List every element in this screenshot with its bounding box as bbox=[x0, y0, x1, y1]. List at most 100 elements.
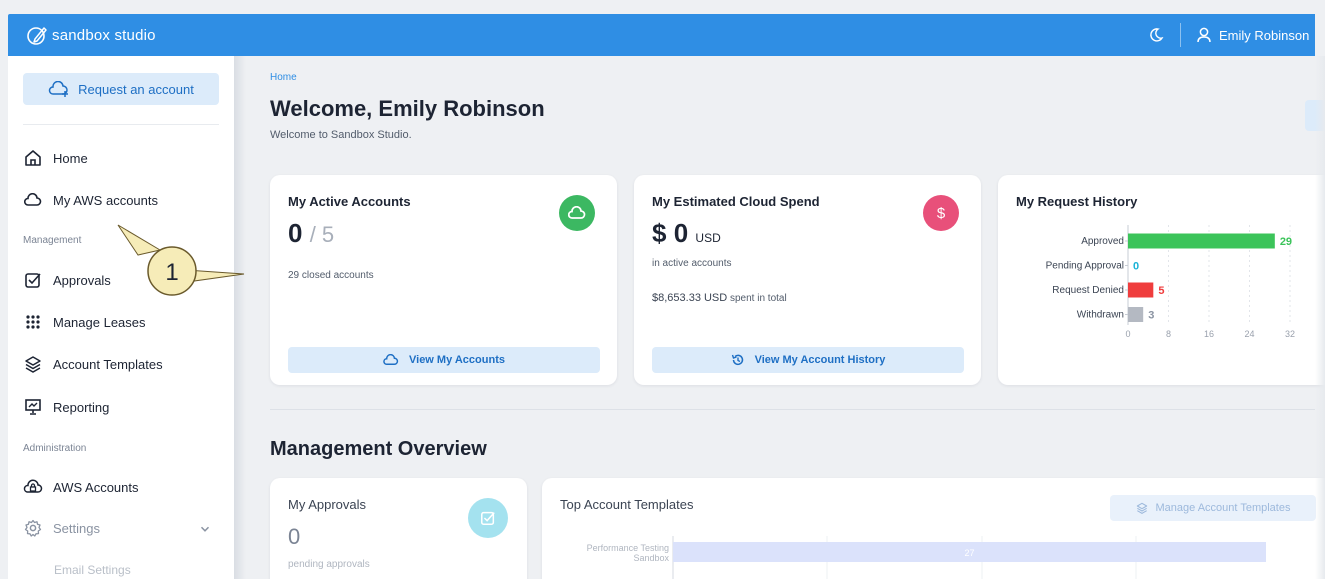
chart-x-tick-label: 8 bbox=[1166, 329, 1171, 339]
user-icon bbox=[1197, 27, 1211, 43]
sidebar-item-reporting[interactable]: Reporting bbox=[23, 394, 109, 420]
brand-logo[interactable]: sandbox studio bbox=[26, 24, 156, 46]
chart-category-label: Request Denied bbox=[1052, 285, 1124, 296]
chart-data-label: 3 bbox=[1148, 310, 1154, 322]
sidebar-item-my-aws-accounts[interactable]: My AWS accounts bbox=[23, 187, 158, 213]
breadcrumb-home[interactable]: Home bbox=[270, 72, 297, 83]
sidebar-item-label: Settings bbox=[53, 520, 100, 536]
sidebar-item-label: My AWS accounts bbox=[53, 192, 158, 208]
spend-amount: $ 0 USD bbox=[652, 218, 721, 249]
callout-number: 1 bbox=[165, 259, 178, 286]
checkbox-icon bbox=[468, 498, 508, 538]
my-approvals-card: My Approvals 0 pending approvals bbox=[270, 478, 527, 579]
history-icon bbox=[731, 354, 743, 366]
user-menu[interactable]: Emily Robinson bbox=[1197, 27, 1315, 43]
request-account-button[interactable]: Request an account bbox=[23, 73, 219, 105]
sidebar-item-manage-leases[interactable]: Manage Leases bbox=[23, 309, 146, 335]
cloud-icon bbox=[383, 354, 399, 366]
button-label: View My Account History bbox=[754, 354, 886, 366]
chart-x-tick-label: 24 bbox=[1244, 329, 1254, 339]
dollar-glyph: $ bbox=[936, 204, 946, 222]
chart-category-label: Withdrawn bbox=[1077, 310, 1124, 321]
cloud-icon bbox=[559, 195, 595, 231]
sidebar-item-approvals[interactable]: Approvals bbox=[23, 267, 111, 293]
chart-category-label: Pending Approval bbox=[1046, 261, 1124, 272]
stack-icon bbox=[23, 354, 43, 374]
card-title: My Active Accounts bbox=[288, 194, 411, 209]
closed-count: 29 bbox=[288, 270, 300, 281]
top-templates-chart: Performance TestingSandbox 27 bbox=[587, 536, 1266, 579]
closed-accounts-text: 29 closed accounts bbox=[288, 270, 374, 281]
moon-icon bbox=[1150, 28, 1164, 42]
cloud-icon bbox=[23, 190, 43, 210]
active-accounts-count: 0 / 5 bbox=[288, 218, 334, 249]
approvals-label: pending approvals bbox=[288, 559, 370, 570]
chart-bar bbox=[1128, 233, 1275, 249]
cloud-lock-icon bbox=[23, 477, 43, 497]
spend-total-label: spent in total bbox=[730, 293, 787, 304]
dark-mode-toggle[interactable] bbox=[1144, 23, 1168, 47]
sidebar-scroll-shadow bbox=[234, 56, 246, 579]
sidebar-item-label: AWS Accounts bbox=[53, 479, 139, 495]
approvals-count: 0 bbox=[288, 524, 301, 549]
top-bar: sandbox studio Emily Robinson bbox=[8, 14, 1315, 56]
sidebar-item-settings[interactable]: Settings bbox=[23, 515, 100, 541]
presentation-icon bbox=[23, 397, 43, 417]
home-icon bbox=[23, 148, 43, 168]
pen-logo-icon bbox=[27, 27, 47, 45]
top-templates-card: Top Account Templates Manage Account Tem… bbox=[542, 478, 1325, 579]
chart-bar bbox=[1128, 307, 1144, 322]
request-history-card: My Request History 0 8 16 24 32 Approved 29 Pen… bbox=[998, 175, 1325, 385]
sidebar-item-label: Home bbox=[53, 150, 88, 166]
section-administration: Administration bbox=[23, 443, 87, 454]
sidebar-item-email-settings[interactable]: Email Settings bbox=[54, 557, 131, 579]
chart-data-label: 0 bbox=[1133, 261, 1139, 273]
sidebar-item-label: Reporting bbox=[53, 399, 110, 415]
sidebar-item-label: Account Templates bbox=[53, 356, 163, 372]
dollar-icon: $ bbox=[923, 195, 959, 231]
spend-total: $8,653.33 USD bbox=[652, 292, 728, 304]
chart-x-tick-label: 0 bbox=[1125, 329, 1130, 339]
checkbox-icon bbox=[23, 270, 43, 290]
chart-bar bbox=[1128, 282, 1154, 298]
card-title: My Approvals bbox=[288, 497, 367, 512]
spend-note: in active accounts bbox=[652, 258, 732, 269]
section-management: Management bbox=[23, 235, 82, 246]
page-title: Welcome, Emily Robinson bbox=[270, 96, 545, 121]
sidebar-divider bbox=[23, 124, 219, 125]
sidebar-item-home[interactable]: Home bbox=[23, 145, 88, 171]
view-account-history-button[interactable]: View My Account History bbox=[652, 347, 964, 373]
spend-currency: USD bbox=[695, 231, 721, 245]
active-accounts-card: My Active Accounts 0 / 5 29 closed accou… bbox=[270, 175, 617, 385]
chart-data-label: 29 bbox=[1280, 236, 1292, 248]
spend-value: 0 bbox=[673, 218, 689, 248]
section-divider bbox=[270, 409, 1315, 410]
topbar-divider bbox=[1180, 23, 1181, 47]
spend-symbol: $ bbox=[652, 218, 667, 248]
sidebar: Request an account Home My AWS accounts … bbox=[8, 56, 234, 579]
sidebar-item-aws-accounts[interactable]: AWS Accounts bbox=[23, 474, 139, 500]
page-subtitle: Welcome to Sandbox Studio. bbox=[270, 129, 412, 141]
user-name: Emily Robinson bbox=[1219, 27, 1310, 43]
callout-annotation: 1 bbox=[117, 224, 245, 296]
grid-dots-icon bbox=[23, 312, 43, 332]
cloud-spend-card: My Estimated Cloud Spend $ $ 0 USD in ac… bbox=[634, 175, 981, 385]
sidebar-item-label: Approvals bbox=[53, 272, 111, 288]
active-count-limit: / 5 bbox=[309, 222, 335, 247]
page-edge bbox=[1315, 56, 1325, 579]
view-my-accounts-button[interactable]: View My Accounts bbox=[288, 347, 600, 373]
chart-category-label: Approved bbox=[1081, 236, 1124, 247]
management-overview-title: Management Overview bbox=[270, 438, 487, 460]
button-label: View My Accounts bbox=[409, 354, 505, 366]
cloud-plus-icon bbox=[48, 81, 69, 97]
sidebar-item-account-templates[interactable]: Account Templates bbox=[23, 351, 163, 377]
chart-x-tick-label: 16 bbox=[1204, 329, 1214, 339]
closed-label: closed accounts bbox=[301, 270, 374, 281]
brand-name: sandbox studio bbox=[52, 26, 156, 44]
chart-data-label: 27 bbox=[964, 548, 974, 558]
chevron-down-icon[interactable] bbox=[198, 522, 212, 536]
chart-x-tick-label: 32 bbox=[1285, 329, 1295, 339]
gear-icon bbox=[23, 518, 43, 538]
spend-total-text: $8,653.33 USD spent in total bbox=[652, 292, 787, 304]
chart-data-label: 5 bbox=[1158, 285, 1164, 297]
